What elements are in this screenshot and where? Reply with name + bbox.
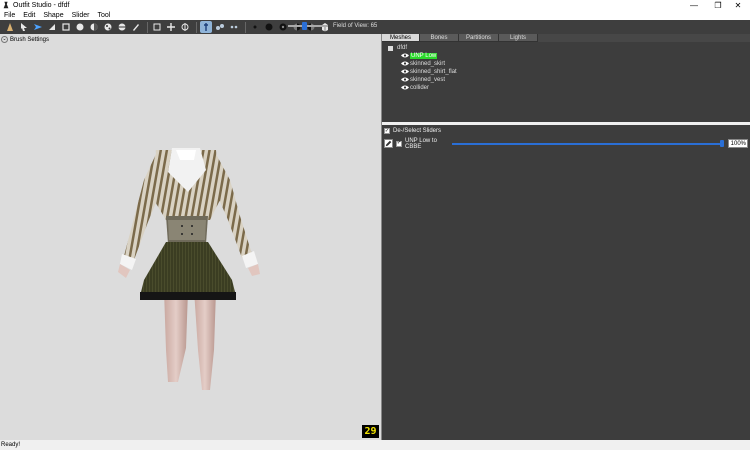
toolbar-separator (196, 21, 197, 33)
wireframe-icon[interactable] (228, 21, 240, 33)
mask-icon[interactable] (102, 21, 114, 33)
tree-item-label: skinned_shirt_flat (410, 68, 457, 75)
tree-item-label: skinned_skirt (410, 60, 446, 67)
tree-item-collider[interactable]: collider (401, 84, 429, 91)
transform-icon[interactable] (165, 21, 177, 33)
tree-item-skinned-vest[interactable]: skinned_vest (401, 76, 445, 83)
tree-item-label: UNP Low (410, 52, 438, 59)
pivot-icon[interactable] (179, 21, 191, 33)
menu-file[interactable]: File (0, 12, 19, 19)
toolbar-separator (147, 21, 148, 33)
slider-edit-button[interactable] (384, 139, 393, 148)
3d-viewport[interactable]: ⌄ Brush Settings 29 (0, 34, 381, 440)
brush-icon[interactable] (4, 21, 16, 33)
tree-item-skinned-skirt[interactable]: skinned_skirt (401, 60, 445, 67)
perspective-icon[interactable] (319, 21, 331, 33)
tree-item-label: skinned_vest (410, 76, 446, 83)
window-title: Outfit Studio - dfdf (13, 1, 70, 9)
deselect-sliders-checkbox[interactable]: ✓ (384, 128, 390, 134)
menu-bar: File Edit Shape Slider Tool (0, 10, 750, 20)
field-of-view-slider-thumb[interactable] (302, 22, 307, 30)
weight-icon[interactable] (130, 21, 142, 33)
deselect-sliders-label: De-/Select Sliders (393, 128, 442, 134)
panel-tabs: Meshes Bones Partitions Lights (382, 34, 538, 42)
slider-value[interactable]: 100% (728, 139, 748, 148)
tree-root-label: dfdf (397, 45, 408, 51)
mesh-panel: Meshes Bones Partitions Lights dfdf UNP … (382, 34, 750, 122)
close-button[interactable]: ✕ (726, 0, 750, 10)
deflate-icon[interactable] (60, 21, 72, 33)
tab-bones[interactable]: Bones (420, 34, 459, 42)
deselect-sliders-toggle[interactable]: ✓ De-/Select Sliders (384, 128, 441, 134)
unmask-icon[interactable] (116, 21, 128, 33)
brush-settings-label: Brush Settings (10, 36, 50, 43)
fps-counter: 29 (362, 425, 379, 438)
pencil-icon (385, 140, 392, 147)
eye-icon[interactable] (401, 77, 409, 82)
brush-settings-toggle[interactable]: ⌄ Brush Settings (1, 36, 49, 43)
eye-icon[interactable] (401, 69, 409, 74)
eye-icon[interactable] (401, 61, 409, 66)
tab-partitions[interactable]: Partitions (459, 34, 499, 42)
inflate-icon[interactable] (46, 21, 58, 33)
app-icon (3, 1, 9, 9)
tree-item-label: collider (410, 84, 430, 91)
tab-meshes[interactable]: Meshes (382, 34, 420, 42)
menu-shape[interactable]: Shape (39, 12, 67, 19)
select-icon[interactable] (18, 21, 30, 33)
collapse-icon[interactable] (388, 45, 393, 51)
menu-slider[interactable]: Slider (68, 12, 94, 19)
field-of-view-label: Field of View: 65 (333, 23, 378, 29)
toolbar: Field of View: 65 (0, 20, 750, 34)
outfit-model-render (118, 148, 260, 390)
tree-item-skinned-shirt-flat[interactable]: skinned_shirt_flat (401, 68, 457, 75)
minimize-button[interactable]: — (682, 0, 706, 10)
vertex-select-icon[interactable] (200, 21, 212, 33)
tree-root[interactable]: dfdf (388, 45, 407, 51)
slider-panel: ✓ De-/Select Sliders ✓ UNP Low to CBBE 1… (382, 125, 750, 440)
menu-tool[interactable]: Tool (94, 12, 115, 19)
slider-row: ✓ UNP Low to CBBE 100% (382, 137, 750, 150)
field-of-view-slider-track[interactable] (288, 25, 328, 27)
color-icon[interactable] (151, 21, 163, 33)
toolbar-separator (245, 21, 246, 33)
title-bar: Outfit Studio - dfdf — ❐ ✕ (0, 0, 750, 10)
menu-edit[interactable]: Edit (19, 12, 39, 19)
status-bar: Ready! (0, 440, 750, 450)
show-verts-icon[interactable] (214, 21, 226, 33)
mesh-tree: dfdf UNP Low skinned_skirt skinned_shirt… (382, 42, 750, 122)
move-icon[interactable] (32, 21, 44, 33)
view-front-icon[interactable] (263, 21, 275, 33)
tab-lights[interactable]: Lights (499, 34, 538, 42)
chevron-down-icon: ⌄ (1, 36, 8, 43)
eye-icon[interactable] (401, 85, 409, 90)
tree-item-unp-low[interactable]: UNP Low (401, 52, 438, 59)
lighting-icon[interactable] (249, 21, 261, 33)
slider-thumb[interactable] (720, 140, 724, 147)
view-back-icon[interactable] (277, 21, 289, 33)
smooth-icon[interactable] (74, 21, 86, 33)
slider-name: UNP Low to CBBE (405, 137, 437, 150)
eye-icon[interactable] (401, 53, 409, 58)
undiff-icon[interactable] (88, 21, 100, 33)
slider-checkbox[interactable]: ✓ (396, 140, 402, 147)
slider-track[interactable] (452, 143, 722, 145)
